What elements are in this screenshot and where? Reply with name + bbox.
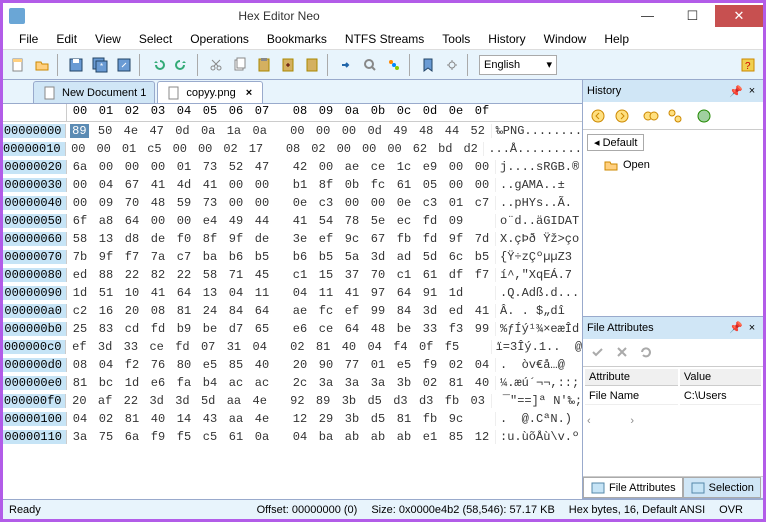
main-toolbar: * English▾ ?	[3, 50, 763, 80]
status-offset: Offset: 00000000 (0)	[257, 504, 358, 516]
hex-row[interactable]: 000000b02583cdfdb9bed765e6ce6448be33f399…	[3, 320, 582, 338]
pin-icon[interactable]: 📌	[729, 84, 743, 98]
attr-reset-icon[interactable]	[611, 341, 633, 363]
hex-row[interactable]: 000000605813d8def08f9fde3eef9c67fbfd9f7d…	[3, 230, 582, 248]
goto-icon[interactable]	[335, 54, 357, 76]
language-selector[interactable]: English▾	[479, 55, 557, 75]
statusbar: Ready Offset: 00000000 (0) Size: 0x0000e…	[3, 499, 763, 519]
open-icon[interactable]	[31, 54, 53, 76]
hex-row[interactable]: 000000901d511041641304110411419764911d.Q…	[3, 284, 582, 302]
menu-select[interactable]: Select	[131, 30, 180, 48]
attributes-table: AttributeValue File NameC:\Users	[583, 367, 763, 407]
hex-row[interactable]: 000000f020af223d3d5daa4e92893bd5d3d3fb03…	[3, 392, 582, 410]
attributes-panel-title: File Attributes	[587, 322, 727, 334]
history-forward-icon[interactable]	[611, 105, 633, 127]
bookmark-icon[interactable]	[417, 54, 439, 76]
close-button[interactable]: ✕	[715, 5, 763, 27]
status-size: Size: 0x0000e4b2 (58,546): 57.17 KB	[371, 504, 554, 516]
redo-icon[interactable]	[171, 54, 193, 76]
menu-bookmarks[interactable]: Bookmarks	[259, 30, 335, 48]
menu-tools[interactable]: Tools	[434, 30, 478, 48]
menu-operations[interactable]: Operations	[182, 30, 257, 48]
history-tree-icon[interactable]	[664, 105, 686, 127]
menu-window[interactable]: Window	[536, 30, 595, 48]
svg-text:*: *	[100, 62, 103, 71]
hex-row[interactable]: 00000030000467414d410000b18f0bfc61050000…	[3, 176, 582, 194]
save-icon[interactable]	[65, 54, 87, 76]
status-ready: Ready	[9, 504, 41, 516]
hex-row[interactable]: 000000707b9ff77ac7bab6b5b6b55a3dad5d6cb5…	[3, 248, 582, 266]
titlebar: Hex Editor Neo — ☐ ✕	[3, 3, 763, 28]
hex-editor[interactable]: 000102030405060708090a0b0c0d0e0f 0000000…	[3, 104, 582, 499]
cut-icon[interactable]	[205, 54, 227, 76]
history-branch-icon[interactable]	[640, 105, 662, 127]
hex-row[interactable]: 000000d00804f27680e5854020907701e5f90204…	[3, 356, 582, 374]
hex-row[interactable]: 000000e081bc1de6fab4acac2c3a3a3a3b028140…	[3, 374, 582, 392]
menu-edit[interactable]: Edit	[48, 30, 85, 48]
tab-copyy-png[interactable]: copyy.png ×	[157, 81, 263, 103]
minimize-button[interactable]: —	[625, 5, 670, 27]
history-item-open[interactable]: Open	[587, 155, 759, 175]
paste-special-icon[interactable]	[277, 54, 299, 76]
menu-help[interactable]: Help	[596, 30, 637, 48]
hex-row[interactable]: 000000a0c216200881248464aefcef99843ded41…	[3, 302, 582, 320]
hex-row[interactable]: 0000004000097048597300000ec300000ec301c7…	[3, 194, 582, 212]
hex-row[interactable]: 000000206a000000017352474200aece1ce90000…	[3, 158, 582, 176]
hex-row[interactable]: 000001103a756af9f5c5610a04baabababe18512…	[3, 428, 582, 446]
svg-text:?: ?	[745, 61, 751, 72]
clipboard-icon[interactable]	[301, 54, 323, 76]
find-icon[interactable]	[359, 54, 381, 76]
paste-icon[interactable]	[253, 54, 275, 76]
hex-row[interactable]: 00000010000001c500000217080200000062bdd2…	[3, 140, 582, 158]
hex-row[interactable]: 0000000089504e470d0a1a0a0000000d49484452…	[3, 122, 582, 140]
maximize-button[interactable]: ☐	[670, 5, 715, 27]
attr-refresh-icon[interactable]	[635, 341, 657, 363]
replace-icon[interactable]	[383, 54, 405, 76]
hex-row[interactable]: 000000c0ef3d33cefd07310402814004f40ff5ï=…	[3, 338, 582, 356]
undo-icon[interactable]	[147, 54, 169, 76]
menu-file[interactable]: File	[11, 30, 46, 48]
tab-close-icon[interactable]: ×	[244, 87, 254, 99]
help-icon[interactable]: ?	[737, 54, 759, 76]
history-clear-icon[interactable]	[693, 105, 715, 127]
hex-row[interactable]: 00000100040281401443aa4e12293bd581fb9c. …	[3, 410, 582, 428]
new-icon[interactable]	[7, 54, 29, 76]
menu-view[interactable]: View	[87, 30, 129, 48]
menubar: File Edit View Select Operations Bookmar…	[3, 28, 763, 50]
attr-apply-icon[interactable]	[587, 341, 609, 363]
document-tabs: New Document 1 copyy.png ×	[3, 80, 582, 104]
hex-row[interactable]: 000000506fa8640000e449444154785eecfd09o¨…	[3, 212, 582, 230]
save-all-icon[interactable]: *	[89, 54, 111, 76]
status-mode: Hex bytes, 16, Default ANSI	[569, 504, 705, 516]
history-back-icon[interactable]	[587, 105, 609, 127]
table-row[interactable]: File NameC:\Users	[585, 388, 761, 405]
status-ovr: OVR	[719, 504, 743, 516]
panel-close-icon[interactable]: ×	[745, 321, 759, 335]
window-title: Hex Editor Neo	[0, 9, 625, 23]
tab-new-document[interactable]: New Document 1	[33, 81, 155, 103]
save-as-icon[interactable]	[113, 54, 135, 76]
pin-icon[interactable]: 📌	[729, 321, 743, 335]
hex-row[interactable]: 00000080ed88228222587145c1153770c161dff7…	[3, 266, 582, 284]
tab-file-attributes[interactable]: File Attributes	[583, 477, 683, 498]
history-panel-title: History	[587, 85, 727, 97]
menu-history[interactable]: History	[480, 30, 533, 48]
copy-icon[interactable]	[229, 54, 251, 76]
tab-selection[interactable]: Selection	[683, 477, 761, 498]
history-tab-default[interactable]: ◂ Default	[587, 134, 644, 151]
settings-icon[interactable]	[441, 54, 463, 76]
menu-ntfs-streams[interactable]: NTFS Streams	[337, 30, 432, 48]
panel-close-icon[interactable]: ×	[745, 84, 759, 98]
